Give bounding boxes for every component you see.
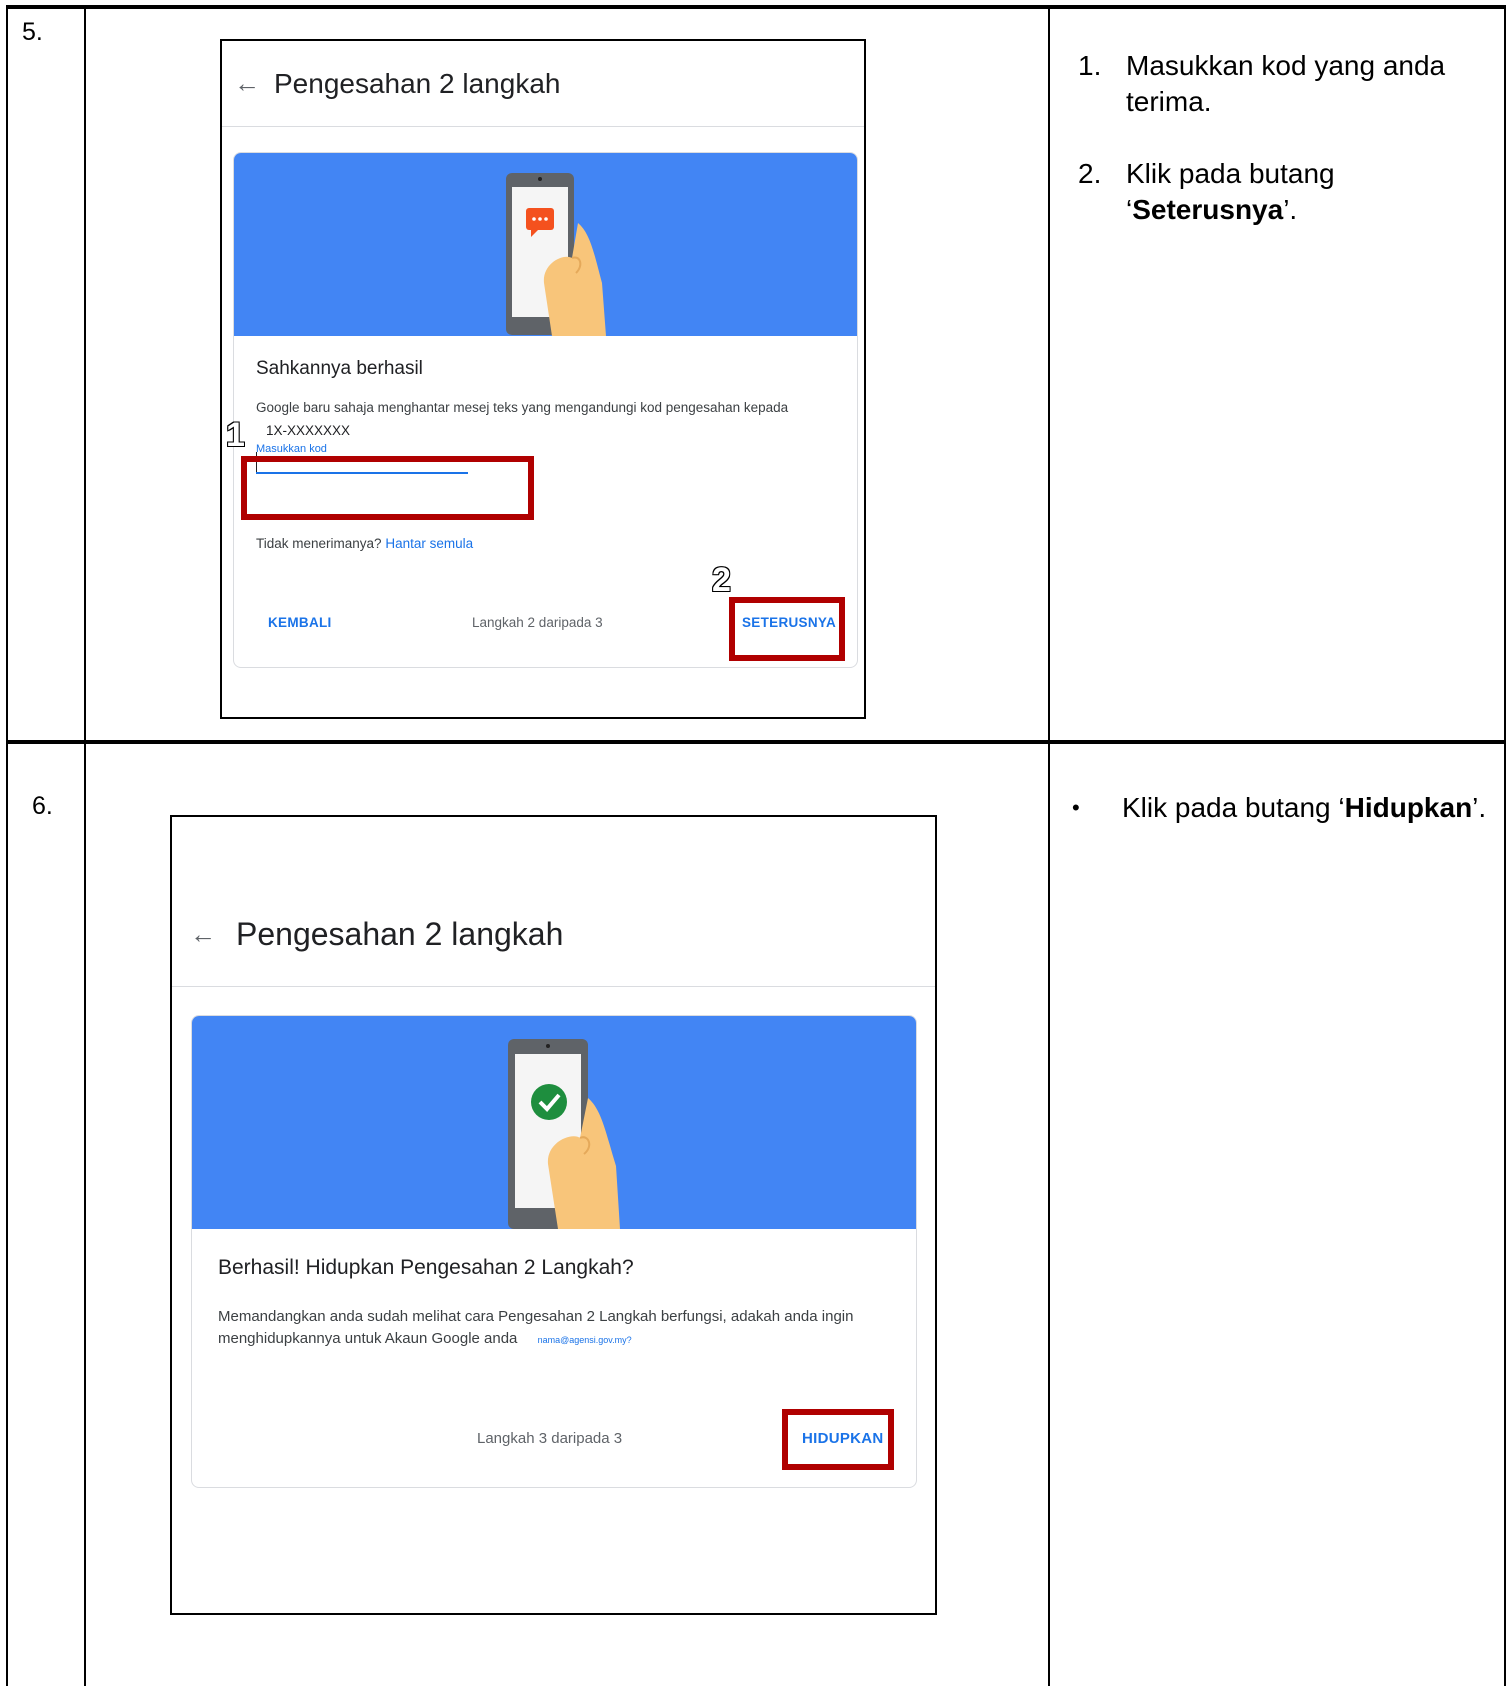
resend-prompt: Tidak menerimanya? xyxy=(256,536,382,551)
step-number: 2. xyxy=(1078,158,1102,189)
table-column-divider xyxy=(1048,5,1050,1686)
callout-marker: 2 xyxy=(711,560,732,600)
check-circle-icon xyxy=(531,1084,567,1120)
instruction-text-part: ’. xyxy=(1472,792,1487,823)
screenshot-verify-code: ← Pengesahan 2 langkah Sahkannya berhasi… xyxy=(220,39,866,719)
instruction-text: Klik pada butang ‘Hidupkan’. xyxy=(1122,790,1486,826)
phone-number: 1X-XXXXXXX xyxy=(266,423,351,438)
bullet: • xyxy=(1072,795,1080,820)
instruction-text-part: Klik pada butang ‘ xyxy=(1122,792,1345,823)
instruction-item: 2. Klik pada butang ‘Seterusnya’. xyxy=(1078,156,1498,228)
callout-marker: 1 xyxy=(225,415,246,455)
phone-check-illustration xyxy=(508,1039,620,1229)
screen-title: Pengesahan 2 langkah xyxy=(274,67,561,99)
instruction-text-part: ’. xyxy=(1283,194,1298,225)
table-column-divider xyxy=(84,5,86,1686)
step-indicator: Langkah 2 daripada 3 xyxy=(472,615,603,630)
instruction-item: 1. Masukkan kod yang anda terima. xyxy=(1078,48,1498,120)
screen-header: ← Pengesahan 2 langkah xyxy=(222,41,864,127)
highlight-code-input xyxy=(241,456,534,520)
button-name: Seterusnya xyxy=(1132,194,1284,225)
back-button[interactable]: KEMBALI xyxy=(268,615,332,630)
account-email: nama@agensi.gov.my? xyxy=(537,1335,632,1345)
highlight-turn-on-button xyxy=(782,1409,894,1470)
step-number: 1. xyxy=(1078,50,1102,81)
illustration-banner xyxy=(192,1016,916,1229)
back-arrow-icon[interactable]: ← xyxy=(234,68,260,99)
message-text: Memandangkan anda sudah melihat cara Pen… xyxy=(218,1308,854,1347)
sms-message: Google baru sahaja menghantar mesej teks… xyxy=(256,400,789,415)
screen-header: ← Pengesahan 2 langkah xyxy=(172,817,935,987)
turn-on-message: Memandangkan anda sudah melihat cara Pen… xyxy=(218,1306,888,1351)
verification-card: Sahkannya berhasil Google baru sahaja me… xyxy=(233,152,858,668)
instructions-row-6: • Klik pada butang ‘Hidupkan’. xyxy=(1060,790,1490,862)
button-name: Hidupkan xyxy=(1344,792,1473,823)
row-number: 6. xyxy=(32,792,53,820)
resend-link[interactable]: Hantar semula xyxy=(385,536,473,551)
illustration-banner xyxy=(234,153,857,336)
code-field-label: Masukkan kod xyxy=(256,443,327,455)
screenshot-turn-on: ← Pengesahan 2 langkah Berhasil! Hidupka… xyxy=(170,815,937,1615)
screen-title: Pengesahan 2 langkah xyxy=(236,916,564,952)
highlight-next-button xyxy=(729,597,845,661)
phone-message-illustration xyxy=(506,173,606,336)
step-indicator: Langkah 3 daripada 3 xyxy=(477,1430,623,1447)
table-row-divider xyxy=(6,740,1506,744)
instructions-row-5: 1. Masukkan kod yang anda terima. 2. Kli… xyxy=(1078,48,1498,264)
back-arrow-icon[interactable]: ← xyxy=(190,919,216,950)
instruction-item: • Klik pada butang ‘Hidupkan’. xyxy=(1060,790,1490,826)
instruction-text: Masukkan kod yang anda terima. xyxy=(1126,50,1446,117)
instruction-text: Klik pada butang ‘Seterusnya’. xyxy=(1126,156,1498,228)
card-title: Sahkannya berhasil xyxy=(256,358,423,379)
row-number: 5. xyxy=(22,18,43,46)
card-title: Berhasil! Hidupkan Pengesahan 2 Langkah? xyxy=(218,1256,634,1279)
resend-row: Tidak menerimanya? Hantar semula xyxy=(256,536,473,551)
